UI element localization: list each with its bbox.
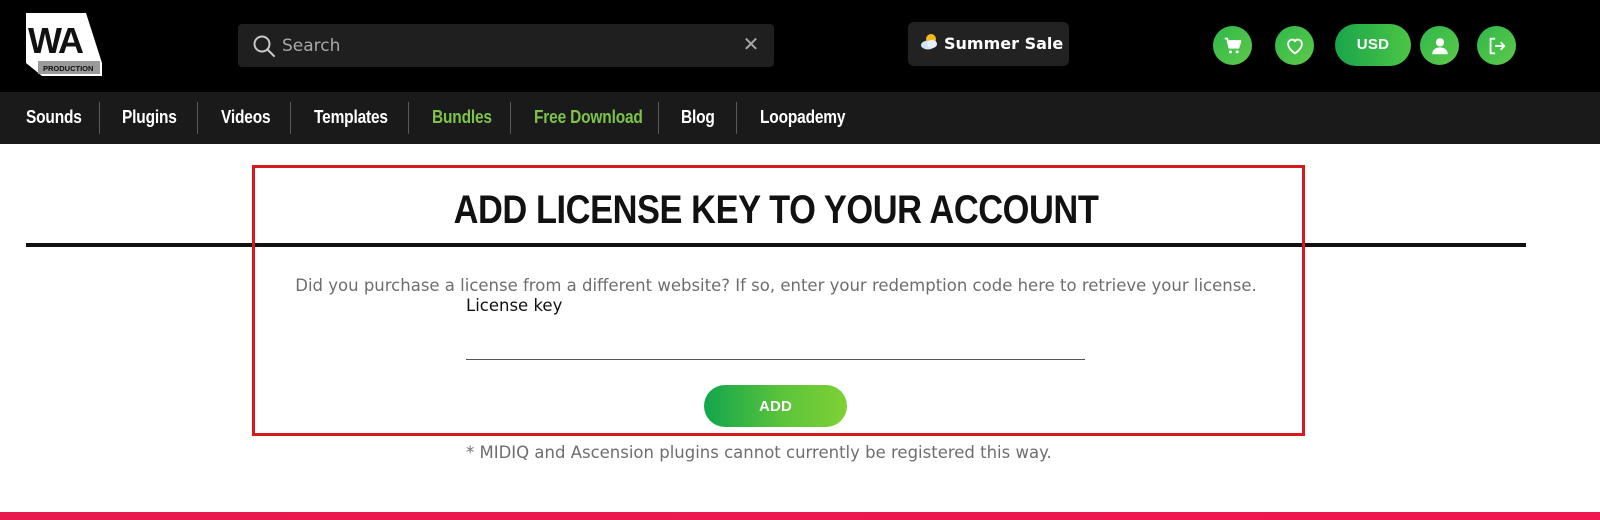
nav-item-bundles[interactable]: Bundles [432, 92, 492, 144]
page-description: Did you purchase a license from a differ… [295, 276, 1257, 295]
nav-divider [658, 102, 659, 134]
clear-search-icon[interactable]: ✕ [740, 34, 762, 56]
nav-item-blog[interactable]: Blog [681, 92, 715, 144]
sun-cloud-icon [921, 34, 937, 50]
license-key-label: License key [466, 296, 563, 315]
plugin-note: * MIDIQ and Ascension plugins cannot cur… [466, 443, 1052, 462]
nav-item-videos[interactable]: Videos [221, 92, 271, 144]
user-icon [1431, 37, 1448, 54]
cart-button[interactable] [1213, 26, 1252, 65]
page-title: ADD LICENSE KEY TO YOUR ACCOUNT [453, 188, 1099, 232]
nav-divider [99, 102, 100, 134]
nav-divider [408, 102, 409, 134]
main-nav: Sounds Plugins Videos Templates Bundles … [0, 92, 1600, 144]
title-divider [26, 243, 1526, 247]
nav-divider [290, 102, 291, 134]
nav-divider [510, 102, 511, 134]
summer-sale-button[interactable]: Summer Sale [908, 22, 1069, 66]
nav-divider [197, 102, 198, 134]
nav-divider [736, 102, 737, 134]
search-bar: ✕ [238, 24, 774, 67]
summer-sale-label: Summer Sale [944, 34, 1064, 53]
add-button[interactable]: ADD [704, 385, 847, 427]
currency-selector[interactable]: USD [1335, 24, 1411, 66]
nav-item-free-download[interactable]: Free Download [534, 92, 643, 144]
search-icon[interactable] [252, 34, 276, 58]
top-header: WA PRODUCTION ✕ Summer Sale USD [0, 0, 1600, 92]
nav-item-loopademy[interactable]: Loopademy [760, 92, 846, 144]
logo-text: WA [28, 20, 84, 61]
nav-item-sounds[interactable]: Sounds [26, 92, 82, 144]
license-key-input[interactable] [466, 320, 1085, 360]
footer-accent-bar [0, 512, 1600, 520]
search-input[interactable] [280, 24, 720, 67]
logout-button[interactable] [1477, 26, 1516, 65]
logout-icon [1489, 37, 1505, 54]
account-button[interactable] [1420, 26, 1459, 65]
nav-item-plugins[interactable]: Plugins [122, 92, 177, 144]
logo-subtext: PRODUCTION [43, 64, 93, 73]
wishlist-button[interactable] [1275, 26, 1314, 65]
heart-icon [1286, 38, 1303, 54]
nav-item-templates[interactable]: Templates [314, 92, 388, 144]
wa-production-logo[interactable]: WA PRODUCTION [26, 13, 102, 76]
cart-icon [1224, 37, 1241, 53]
